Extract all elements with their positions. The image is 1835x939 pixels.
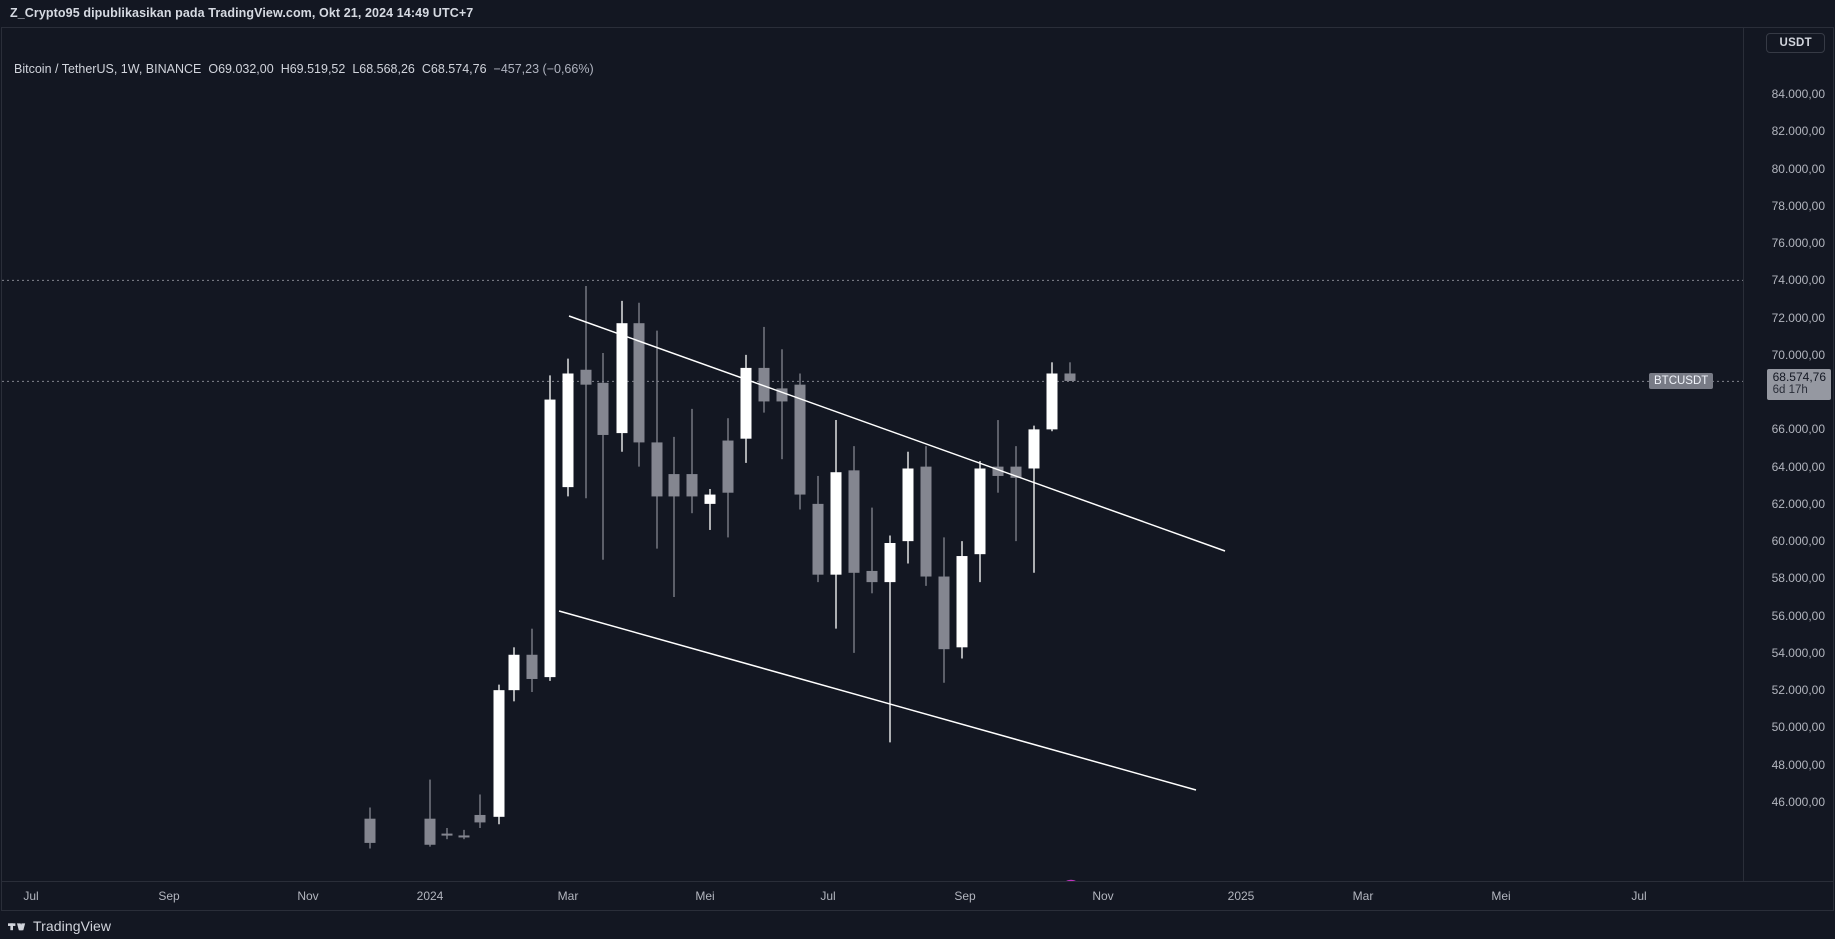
candle (526, 628, 538, 693)
time-tick-2025: 2025 (1227, 889, 1255, 903)
legend-change: −457,23 (−0,66%) (493, 62, 594, 76)
time-tick-Jul: Jul (1631, 889, 1647, 903)
candle (441, 828, 453, 840)
candle (493, 684, 505, 825)
price-tick-64000: 64.000,00 (1771, 459, 1825, 474)
candle (992, 420, 1004, 493)
candle (458, 829, 470, 840)
time-tick-Jul: Jul (820, 889, 836, 903)
candle (424, 779, 436, 847)
time-tick-Nov: Nov (297, 889, 319, 903)
candle (651, 330, 663, 549)
candle (884, 535, 896, 743)
time-tick-Mar: Mar (557, 889, 579, 903)
price-tick-78000: 78.000,00 (1771, 198, 1825, 213)
time-axis[interactable]: Jul Sep Nov 2024 Mar Mei Jul Sep Nov 2025 Mar Mei Ju… (2, 881, 1833, 910)
candle (580, 285, 592, 499)
price-tick-50000: 50.000,00 (1771, 720, 1825, 735)
time-tick-Sep: Sep (158, 889, 180, 903)
price-tick-66000: 66.000,00 (1771, 422, 1825, 437)
price-tick-56000: 56.000,00 (1771, 608, 1825, 623)
price-tick-84000: 84.000,00 (1771, 87, 1825, 102)
trendline-upper-resistance[interactable] (568, 315, 1226, 552)
candle (562, 358, 574, 497)
candle (1010, 446, 1022, 542)
candle (704, 488, 716, 530)
tradingview-chart-screenshot: Z_Crypto95 dipublikasikan pada TradingVi… (0, 0, 1835, 939)
tradingview-logo[interactable]: TradingView (8, 918, 111, 934)
ticker-tag-btcusdt: BTCUSDT (1649, 373, 1714, 390)
trendline-lower-support[interactable] (558, 610, 1197, 791)
candle (633, 302, 645, 467)
candle (1046, 362, 1058, 432)
price-tick-72000: 72.000,00 (1771, 310, 1825, 325)
time-tick-Mei: Mei (695, 889, 715, 903)
attribution-text: Z_Crypto95 dipublikasikan pada TradingVi… (10, 6, 474, 20)
price-axis[interactable]: USDT 84.000,00 82.000,00 80.000,00 78.000,0… (1743, 28, 1833, 883)
price-tick-76000: 76.000,00 (1771, 236, 1825, 251)
price-tick-54000: 54.000,00 (1771, 645, 1825, 660)
candle (616, 300, 628, 452)
time-tick-Nov: Nov (1092, 889, 1114, 903)
time-tick-2024: 2024 (416, 889, 444, 903)
legend-close: C68.574,76 (421, 62, 487, 76)
candle (830, 420, 842, 629)
current-price-value: 68.574,76 (1772, 370, 1826, 385)
candle (938, 537, 950, 683)
legend-high: H69.519,52 (280, 62, 346, 76)
price-tick-52000: 52.000,00 (1771, 683, 1825, 698)
candle (1028, 425, 1040, 573)
candle (474, 794, 486, 828)
candle (364, 807, 376, 849)
candle (740, 354, 752, 463)
currency-pill-usdt[interactable]: USDT (1766, 33, 1825, 53)
candle (1064, 362, 1076, 381)
price-tick-46000: 46.000,00 (1771, 794, 1825, 809)
candle (794, 373, 806, 510)
candle (920, 446, 932, 586)
chart-legend: Bitcoin / TetherUS, 1W, BINANCE O69.032,… (14, 62, 594, 76)
candle (668, 436, 680, 598)
bar-countdown: 6d 17h (1772, 384, 1808, 397)
legend-open: O69.032,00 (208, 62, 274, 76)
price-tick-48000: 48.000,00 (1771, 757, 1825, 772)
price-tick-62000: 62.000,00 (1771, 496, 1825, 511)
current-price-badge[interactable]: 68.574,76 6d 17h (1766, 369, 1831, 401)
candle (776, 349, 788, 460)
time-tick-Mei: Mei (1491, 889, 1511, 903)
candle (902, 451, 914, 564)
candle (544, 375, 556, 681)
chart-frame: USDT 84.000,00 82.000,00 80.000,00 78.000,0… (1, 27, 1834, 911)
candle (848, 446, 860, 653)
price-tick-82000: 82.000,00 (1771, 124, 1825, 139)
time-tick-Jul: Jul (23, 889, 39, 903)
candle (686, 408, 698, 514)
attribution-bar: Z_Crypto95 dipublikasikan pada TradingVi… (0, 0, 1835, 26)
candle (758, 326, 770, 413)
candle (866, 507, 878, 594)
chart-plot-area[interactable] (2, 28, 1743, 883)
price-tick-58000: 58.000,00 (1771, 571, 1825, 586)
price-tick-70000: 70.000,00 (1771, 347, 1825, 362)
legend-symbol[interactable]: Bitcoin / TetherUS, 1W, BINANCE (14, 62, 201, 76)
tradingview-logo-text: TradingView (33, 918, 112, 934)
candle (974, 461, 986, 583)
candle (722, 418, 734, 538)
tradingview-glyph-icon (8, 922, 26, 930)
legend-low: L68.568,26 (352, 62, 415, 76)
price-tick-60000: 60.000,00 (1771, 534, 1825, 549)
time-tick-Mar: Mar (1352, 889, 1374, 903)
candle (956, 541, 968, 659)
price-tick-80000: 80.000,00 (1771, 161, 1825, 176)
time-tick-Sep: Sep (954, 889, 976, 903)
price-tick-74000: 74.000,00 (1771, 273, 1825, 288)
candle (508, 647, 520, 702)
candlestick-plot (2, 279, 1743, 883)
candle (812, 475, 824, 583)
candle (597, 353, 609, 560)
